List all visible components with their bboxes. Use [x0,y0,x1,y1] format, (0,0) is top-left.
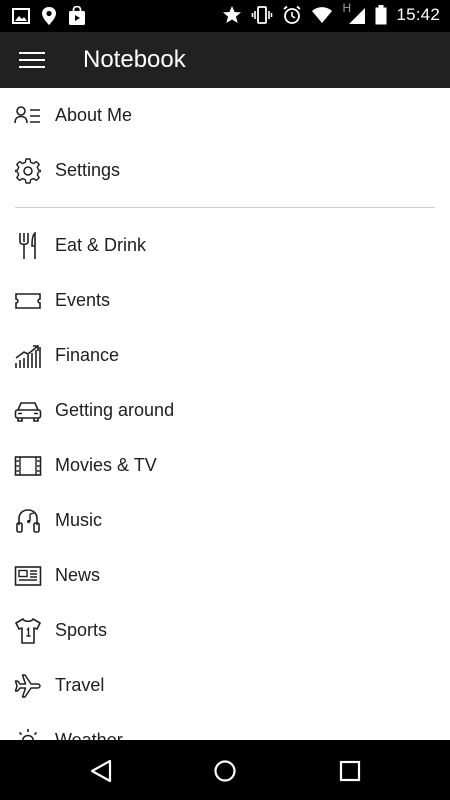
menu-item-label: Getting around [55,400,175,420]
menu-item-label: Music [55,510,103,530]
menu-item-music[interactable]: Music [0,493,450,548]
airplane-icon [14,672,42,700]
system-navigation-bar [0,740,450,800]
menu-item-getting-around[interactable]: Getting around [0,383,450,438]
newspaper-icon [14,562,42,590]
wifi-icon [312,7,333,23]
menu-item-label: Weather [55,730,123,740]
finance-chart-icon [14,342,42,370]
battery-icon [375,5,387,25]
menu-item-settings[interactable]: Settings [0,143,450,198]
person-list-icon [14,102,42,130]
fork-knife-icon [14,231,42,260]
car-icon [14,397,42,425]
shopping-bag-icon [69,6,85,25]
menu-item-travel[interactable]: Travel [0,658,450,713]
menu-item-sports[interactable]: Sports [0,603,450,658]
headphones-icon [14,507,42,535]
star-icon [223,6,242,23]
menu-item-finance[interactable]: Finance [0,328,450,383]
menu-item-label: Settings [55,160,121,180]
sun-icon [14,727,42,740]
menu-item-label: Finance [55,345,120,365]
jersey-icon [14,617,42,645]
menu-item-label: Eat & Drink [55,235,147,255]
menu-item-label: Movies & TV [55,455,157,475]
menu-item-eat-drink[interactable]: Eat & Drink [0,218,450,273]
menu-item-label: About Me [55,105,133,125]
menu-item-weather[interactable]: Weather [0,713,450,740]
menu-item-label: Events [55,290,111,310]
menu-item-about-me[interactable]: About Me [0,88,450,143]
menu-item-label: News [55,565,101,585]
location-pin-icon [42,7,56,25]
menu-item-movies-tv[interactable]: Movies & TV [0,438,450,493]
signal-icon [349,8,366,24]
status-bar: H 15:42 [0,0,450,32]
app-toolbar: Notebook [0,32,450,88]
home-icon[interactable] [210,756,240,786]
vibrate-icon [252,6,273,24]
menu-item-events[interactable]: Events [0,273,450,328]
clock-time: 15:42 [396,5,440,24]
back-icon[interactable] [86,756,116,786]
menu-divider [15,207,435,208]
menu-item-label: Travel [55,675,105,695]
hamburger-menu-icon[interactable] [14,46,50,74]
alarm-icon [283,5,302,24]
page-title: Notebook [83,46,186,73]
menu-item-news[interactable]: News [0,548,450,603]
film-icon [14,452,42,480]
gear-icon [14,157,42,185]
recents-icon[interactable] [335,756,365,786]
notebook-menu-list[interactable]: About Me Settings Eat & Drink Events Fin… [0,88,450,740]
menu-item-label: Sports [55,620,108,640]
image-icon [12,8,30,24]
ticket-icon [14,287,42,315]
